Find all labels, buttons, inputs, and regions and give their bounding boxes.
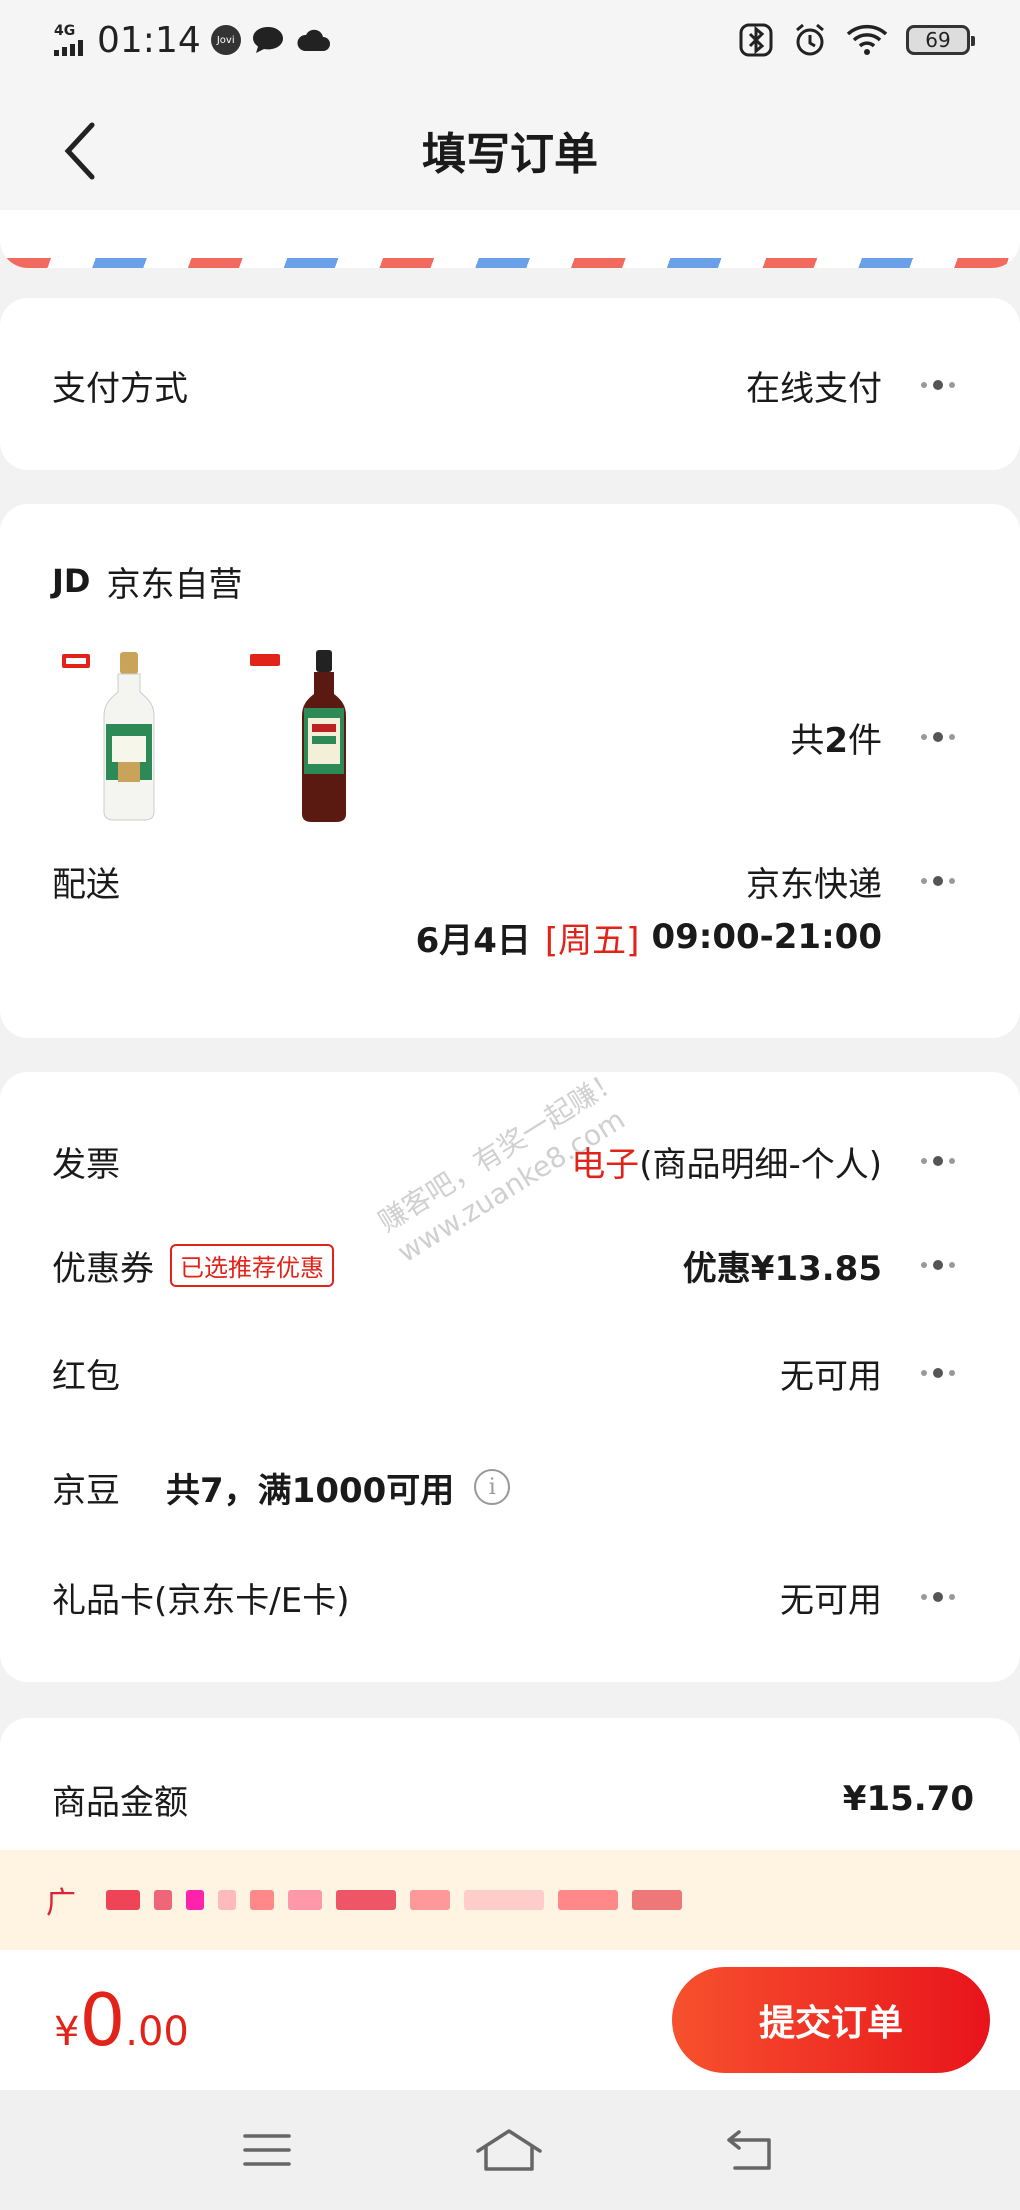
giftcard-label: 礼品卡(京东卡/E卡) <box>52 1580 350 1621</box>
giftcard-row[interactable]: 礼品卡(京东卡/E卡) 无可用 <box>52 1572 968 1622</box>
chevron-left-icon <box>64 122 95 180</box>
redpacket-row[interactable]: 红包 无可用 <box>52 1348 968 1398</box>
payment-value: 在线支付 <box>746 368 882 409</box>
item-count: 共2件 <box>790 720 882 761</box>
info-icon[interactable]: i <box>474 1469 511 1505</box>
bluetooth-icon <box>739 23 773 57</box>
more-icon <box>908 1358 968 1388</box>
item-count-row[interactable]: 共2件 <box>52 712 968 762</box>
redpacket-value: 无可用 <box>780 1356 882 1397</box>
jovi-icon: Jovi <box>210 25 241 55</box>
page-title: 填写订单 <box>422 129 598 180</box>
network-type: 4G <box>54 23 76 39</box>
jingdou-label: 京豆 <box>52 1470 120 1511</box>
clock: 01:14 <box>97 19 201 61</box>
goods-amount-label: 商品金额 <box>52 1782 188 1823</box>
shop-header: JD 京东自营 <box>52 556 968 606</box>
delivery-time: 09:00-21:00 <box>651 917 882 957</box>
delivery-date: 6月4日 <box>415 920 531 961</box>
more-icon <box>908 370 968 400</box>
coupon-label: 优惠券 <box>52 1248 154 1289</box>
message-icon <box>252 27 283 53</box>
return-icon[interactable] <box>725 2128 779 2172</box>
delivery-time-row: 6月4日 [周五] 09:00-21:00 <box>52 912 968 962</box>
signal-icon: 4G <box>54 24 83 56</box>
more-icon <box>908 1146 968 1176</box>
submit-order-button[interactable]: 提交订单 <box>672 1967 990 2073</box>
options-card: 发票 电子(商品明细-个人) 优惠券 已选推荐优惠 优惠¥13.85 红包 无可… <box>0 1072 1020 1682</box>
address-card[interactable] <box>0 210 1020 268</box>
ad-text-blurred <box>106 1890 682 1910</box>
alarm-icon <box>796 23 824 56</box>
more-icon <box>908 722 968 752</box>
goods-amount-value: ¥15.70 <box>842 1779 974 1819</box>
wifi-icon <box>846 24 888 55</box>
giftcard-value: 无可用 <box>780 1580 882 1621</box>
jingdou-row: 京豆 共7，满1000可用 i <box>52 1462 968 1512</box>
coupon-value: 优惠¥13.85 <box>682 1248 882 1289</box>
menu-icon[interactable] <box>241 2130 293 2170</box>
home-icon[interactable] <box>474 2127 544 2173</box>
coupon-tag: 已选推荐优惠 <box>170 1243 334 1287</box>
delivery-method: 京东快递 <box>746 864 882 905</box>
jingdou-value: 共7，满1000可用 <box>166 1470 455 1511</box>
shop-card: JD 京东自营 共2件 配送 京东快递 6月4日 [周五] 09:00-21:0… <box>0 504 1020 1038</box>
airmail-border <box>0 258 1020 268</box>
delivery-label: 配送 <box>52 864 120 905</box>
ad-label: 广 <box>46 1886 76 1921</box>
payment-label: 支付方式 <box>52 368 188 409</box>
invoice-label: 发票 <box>52 1144 120 1185</box>
redpacket-label: 红包 <box>52 1356 120 1397</box>
payment-row[interactable]: 支付方式 在线支付 <box>52 360 968 410</box>
battery-level: 69 <box>925 28 951 52</box>
delivery-weekday: [周五] <box>544 920 640 961</box>
total-price: ¥ 0 .00 <box>54 1978 189 2062</box>
ad-banner[interactable]: 广 <box>0 1850 1020 1950</box>
checkout-bar: ¥ 0 .00 提交订单 <box>0 1950 1020 2090</box>
coupon-row[interactable]: 优惠券 已选推荐优惠 优惠¥13.85 <box>52 1240 968 1290</box>
shop-name: 京东自营 <box>106 564 243 605</box>
invoice-row[interactable]: 发票 电子(商品明细-个人) <box>52 1136 968 1186</box>
goods-amount-row: 商品金额 ¥15.70 <box>52 1774 974 1824</box>
page-header: 填写订单 <box>0 80 1020 220</box>
cloud-icon <box>297 29 330 51</box>
more-icon <box>908 866 968 896</box>
jd-logo: JD <box>52 562 91 600</box>
back-button[interactable] <box>50 116 110 186</box>
more-icon <box>908 1250 968 1280</box>
more-icon <box>908 1582 968 1612</box>
battery-icon: 69 <box>906 25 975 55</box>
payment-card: 支付方式 在线支付 <box>0 298 1020 470</box>
invoice-value: 电子(商品明细-个人) <box>571 1144 882 1185</box>
delivery-row[interactable]: 配送 京东快递 <box>52 856 968 906</box>
system-navigation-bar <box>0 2090 1020 2210</box>
status-bar: 4G 01:14 Jovi 69 <box>0 0 1020 80</box>
